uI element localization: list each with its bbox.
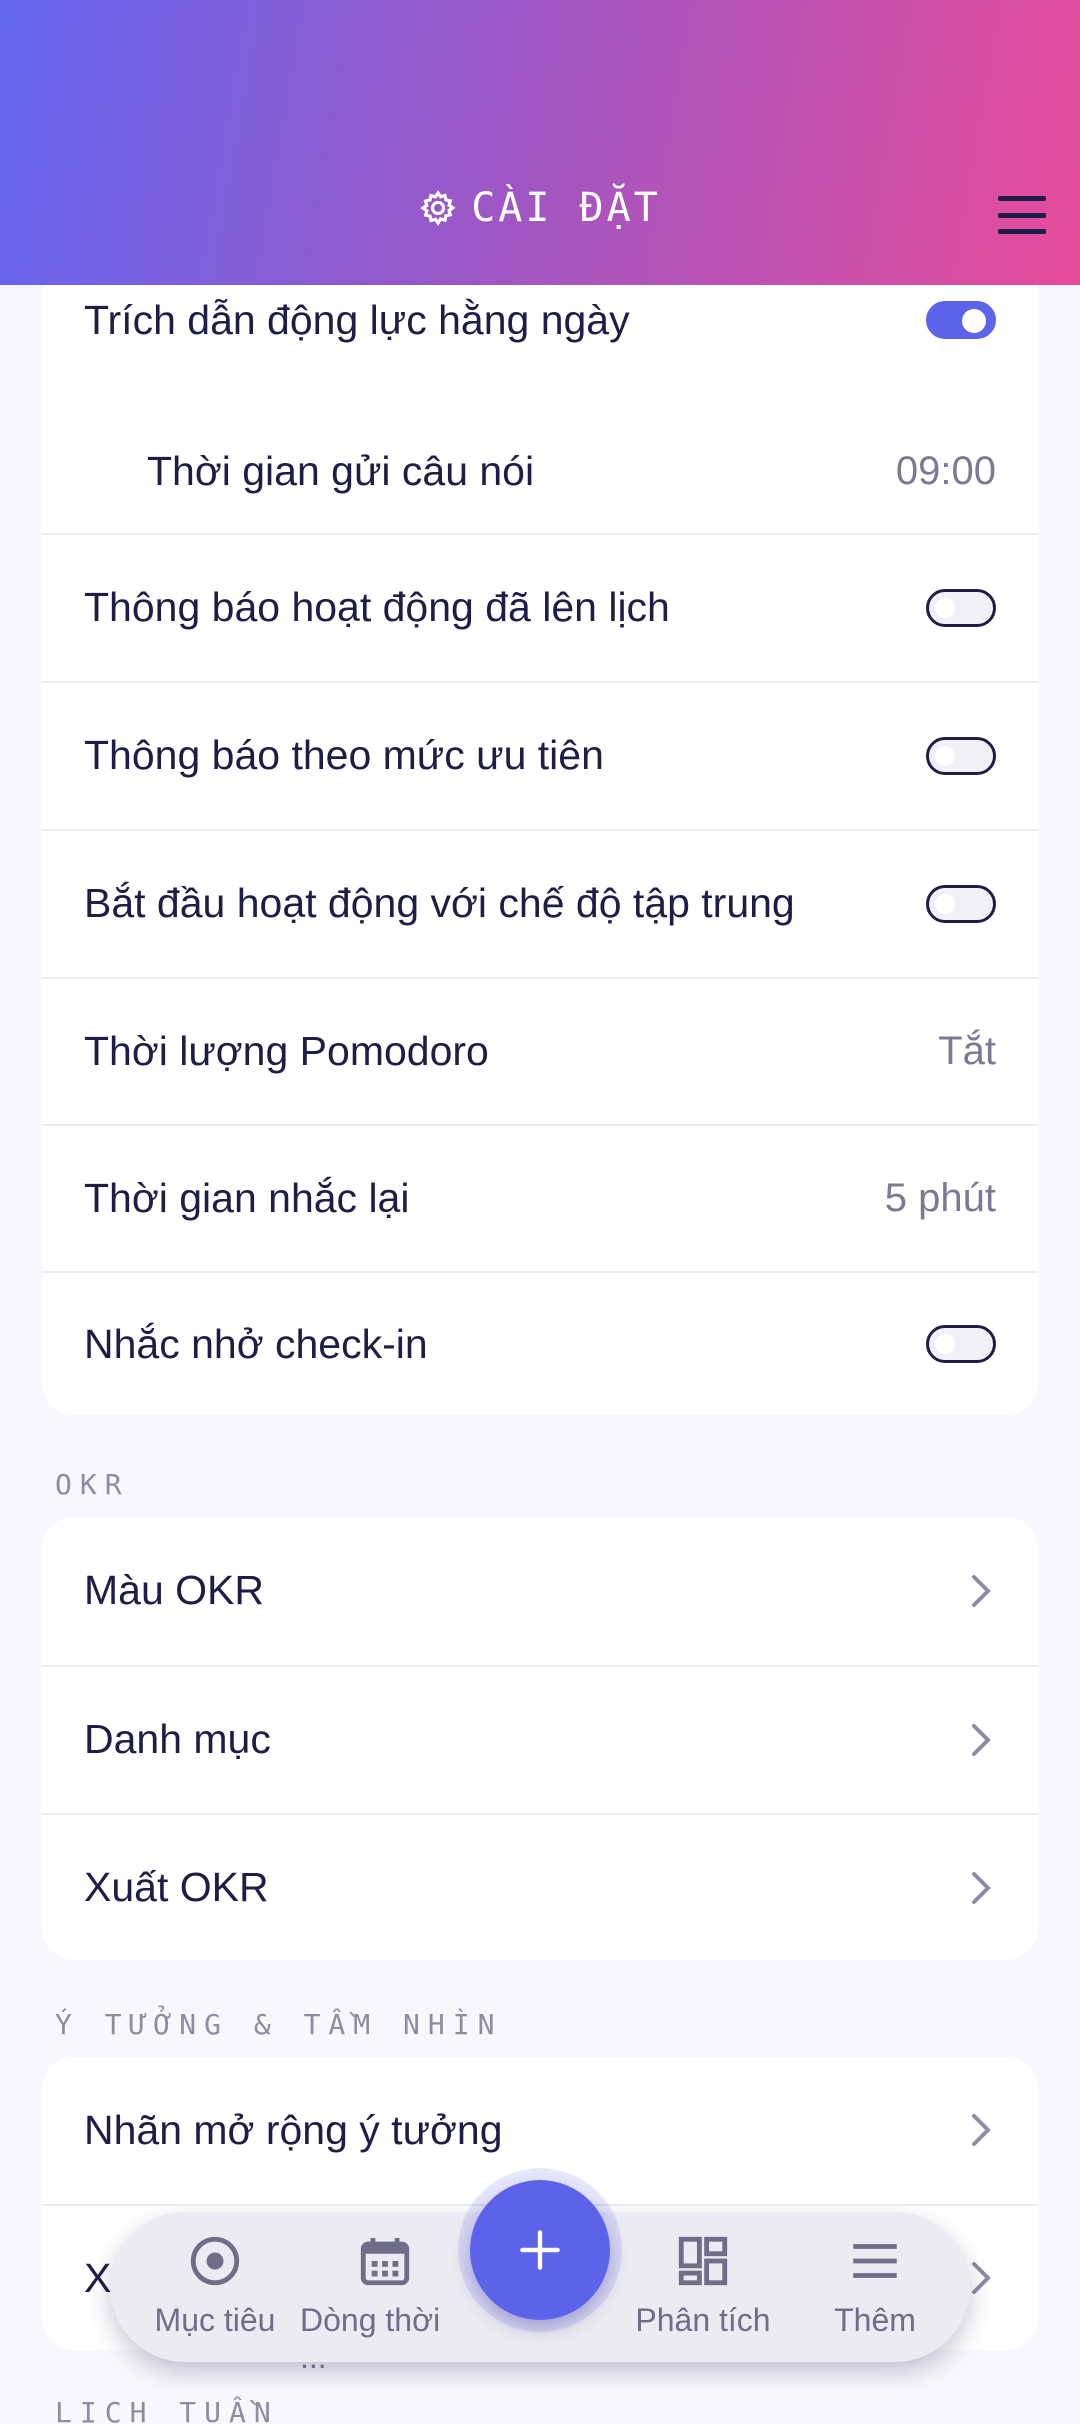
nav-more[interactable]: Thêm bbox=[790, 2232, 960, 2339]
target-icon bbox=[190, 2236, 240, 2286]
nav-analytics[interactable]: Phân tích bbox=[618, 2232, 788, 2339]
focus-mode-toggle[interactable] bbox=[926, 884, 996, 923]
snooze-value: 5 phút bbox=[884, 1175, 996, 1220]
hamburger-icon-line bbox=[998, 212, 1046, 218]
idea-tags-label: Nhãn mở rộng ý tưởng bbox=[84, 2106, 503, 2153]
daily-quote-toggle[interactable] bbox=[926, 301, 996, 339]
category-row[interactable]: Danh mục bbox=[42, 1665, 1038, 1812]
scheduled-activity-label: Thông báo hoạt động đã lên lịch bbox=[84, 584, 670, 630]
chevron-right-icon bbox=[972, 2262, 991, 2294]
checkin-row[interactable]: Nhắc nhở check-in bbox=[42, 1271, 1038, 1415]
priority-label: Thông báo theo mức ưu tiên bbox=[84, 732, 604, 778]
chevron-right-icon bbox=[972, 1871, 991, 1904]
checkin-label: Nhắc nhở check-in bbox=[84, 1320, 428, 1367]
snooze-label: Thời gian nhắc lại bbox=[84, 1174, 410, 1221]
page-title-text: CÀI ĐẶT bbox=[471, 185, 661, 231]
nav-goals[interactable]: Mục tiêu bbox=[130, 2232, 300, 2339]
okr-section-label: OKR bbox=[55, 1468, 130, 1501]
daily-quote-row[interactable]: Trích dẫn động lực hằng ngày bbox=[42, 270, 1038, 370]
chevron-right-icon bbox=[972, 1574, 991, 1607]
nav-timeline[interactable]: Dòng thời ... bbox=[300, 2232, 470, 2376]
priority-row[interactable]: Thông báo theo mức ưu tiên bbox=[42, 681, 1038, 828]
hamburger-icon bbox=[998, 196, 1046, 201]
app-header: CÀI ĐẶT bbox=[0, 0, 1080, 285]
weekly-section-label: LỊCH TUẦN bbox=[55, 2396, 279, 2424]
notifications-card: Trích dẫn động lực hằng ngày Thời gian g… bbox=[42, 220, 1038, 1415]
chevron-right-icon bbox=[972, 2114, 991, 2146]
scheduled-activity-toggle[interactable] bbox=[926, 588, 996, 627]
nav-timeline-label: Dòng thời ... bbox=[300, 2302, 441, 2375]
quote-time-value: 09:00 bbox=[895, 448, 996, 493]
quote-time-row[interactable]: Thời gian gửi câu nói 09:00 bbox=[42, 412, 1038, 530]
gear-icon bbox=[420, 190, 456, 226]
okr-color-row[interactable]: Màu OKR bbox=[42, 1517, 1038, 1664]
hamburger-menu-button[interactable] bbox=[994, 190, 1050, 240]
idea-second-label: X bbox=[84, 2254, 112, 2301]
category-label: Danh mục bbox=[84, 1716, 271, 1762]
quote-time-label: Thời gian gửi câu nói bbox=[147, 447, 535, 494]
snooze-row[interactable]: Thời gian nhắc lại 5 phút bbox=[42, 1124, 1038, 1270]
priority-toggle[interactable] bbox=[926, 736, 996, 775]
pomodoro-label: Thời lượng Pomodoro bbox=[84, 1027, 489, 1074]
okr-card: Màu OKR Danh mục Xuất OKR bbox=[42, 1517, 1038, 1960]
focus-mode-row[interactable]: Bắt đầu hoạt động với chế độ tập trung bbox=[42, 829, 1038, 976]
nav-more-label: Thêm bbox=[834, 2302, 916, 2338]
okr-color-label: Màu OKR bbox=[84, 1567, 264, 1613]
page-title: CÀI ĐẶT bbox=[0, 185, 1080, 231]
calendar-icon bbox=[360, 2238, 410, 2286]
ideas-section-label: Ý TƯỞNG & TẦM NHÌN bbox=[55, 2008, 503, 2041]
chevron-right-icon bbox=[972, 1723, 991, 1756]
export-okr-label: Xuất OKR bbox=[84, 1864, 269, 1910]
menu-lines-icon bbox=[853, 2244, 897, 2278]
plus-icon bbox=[520, 2230, 560, 2270]
pomodoro-value: Tắt bbox=[938, 1028, 996, 1073]
hamburger-icon-line bbox=[998, 229, 1046, 234]
scheduled-activity-row[interactable]: Thông báo hoạt động đã lên lịch bbox=[42, 533, 1038, 680]
pomodoro-row[interactable]: Thời lượng Pomodoro Tắt bbox=[42, 977, 1038, 1123]
export-okr-row[interactable]: Xuất OKR bbox=[42, 1813, 1038, 1960]
dashboard-icon bbox=[678, 2236, 728, 2286]
nav-goals-label: Mục tiêu bbox=[154, 2302, 276, 2338]
daily-quote-label: Trích dẫn động lực hằng ngày bbox=[84, 296, 630, 343]
checkin-toggle[interactable] bbox=[926, 1325, 996, 1363]
nav-analytics-label: Phân tích bbox=[635, 2302, 771, 2338]
add-button[interactable] bbox=[470, 2180, 610, 2320]
focus-mode-label: Bắt đầu hoạt động với chế độ tập trung bbox=[84, 880, 795, 926]
